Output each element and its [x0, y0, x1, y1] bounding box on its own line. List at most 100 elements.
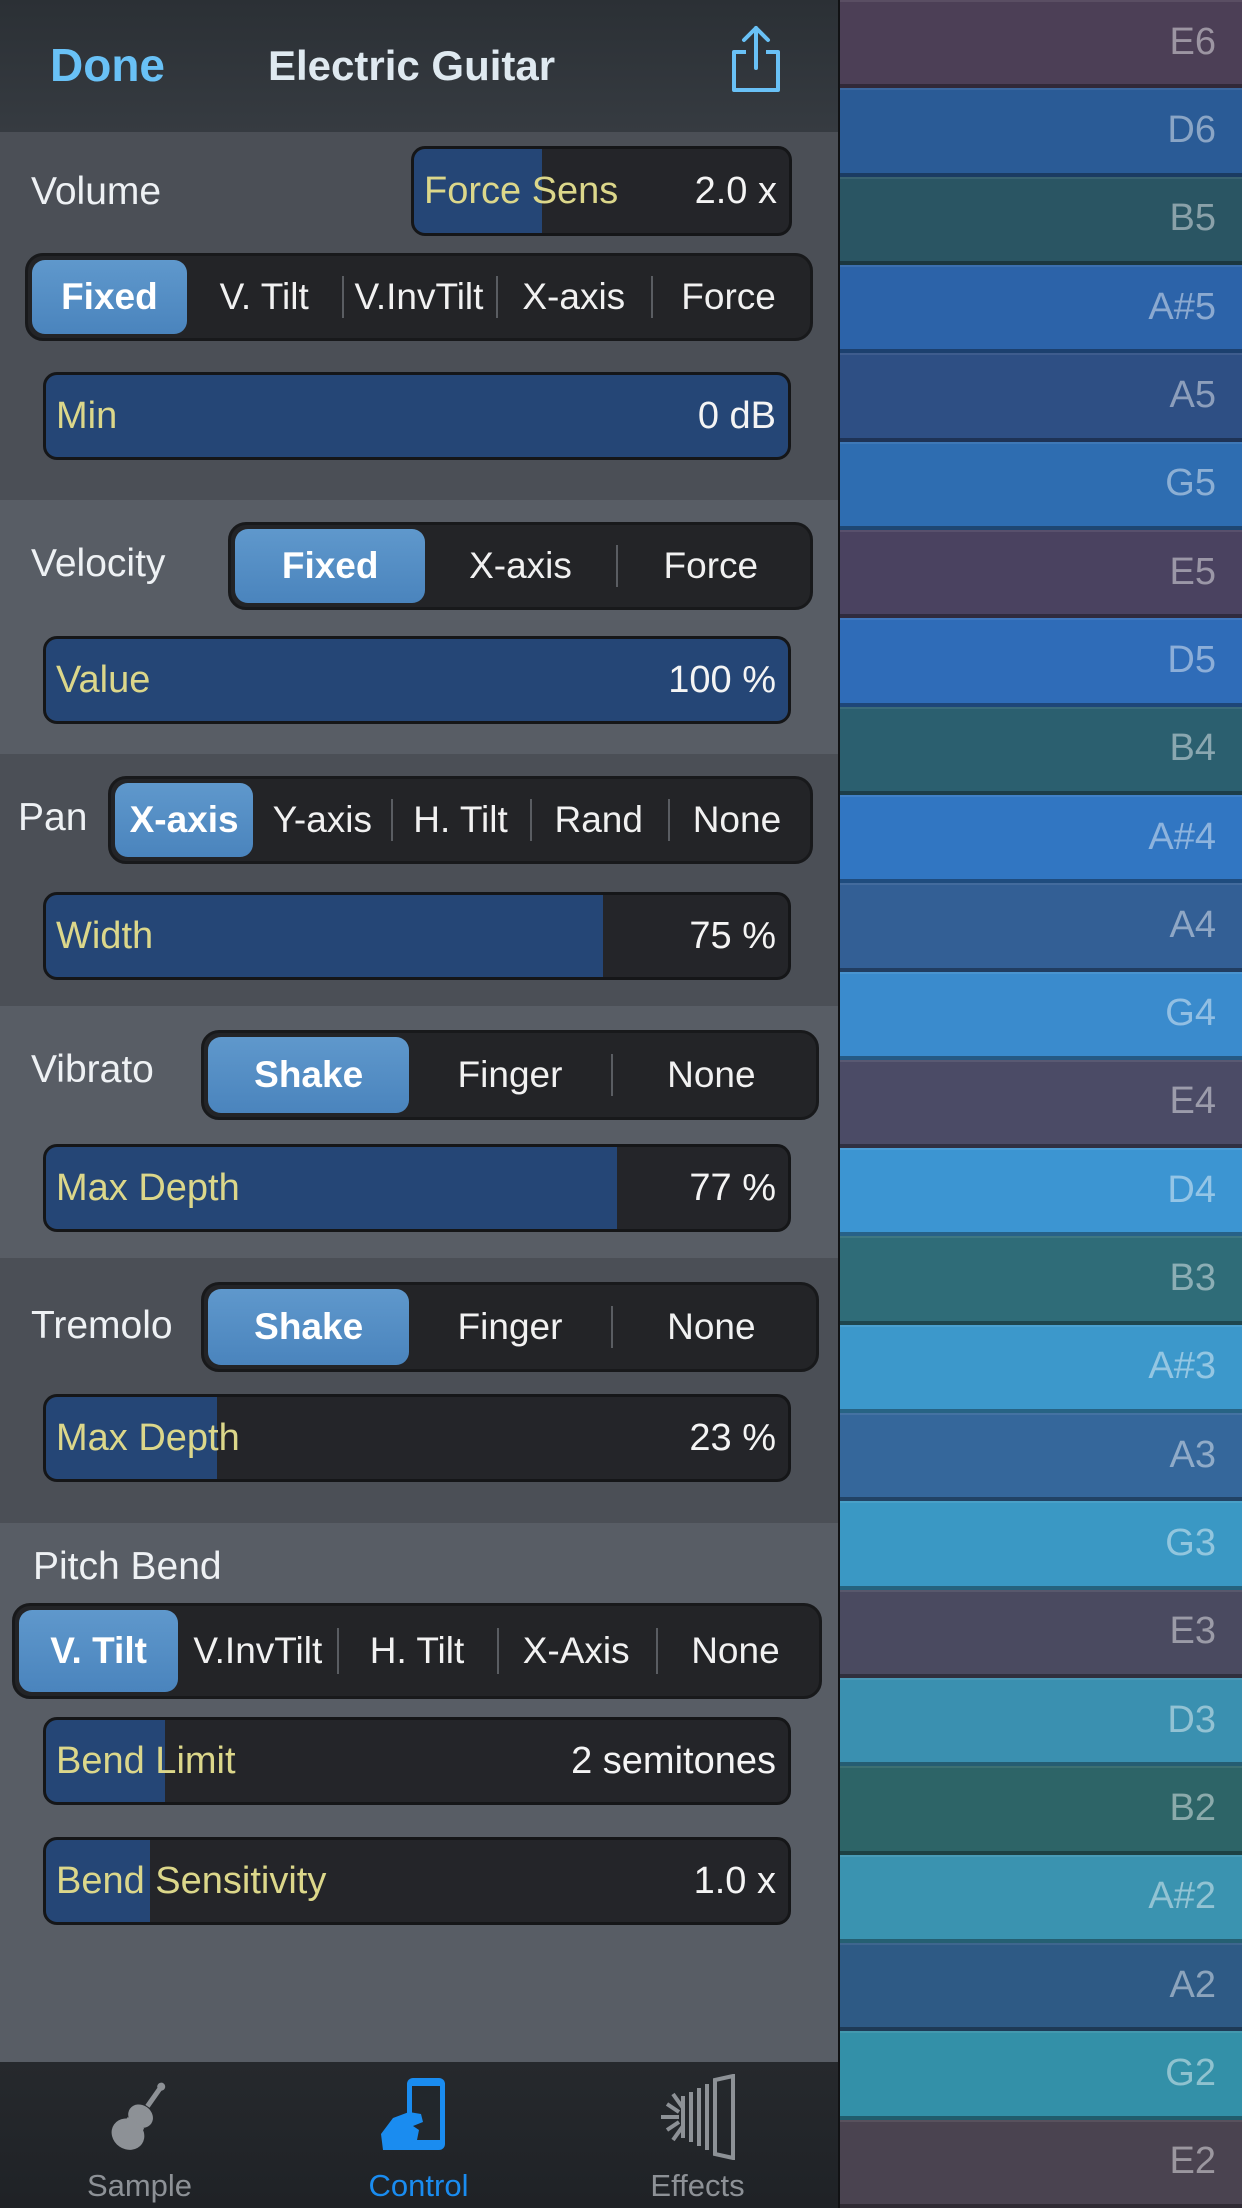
tremolo-option-finger[interactable]: Finger — [409, 1289, 610, 1365]
key-g2[interactable]: G2 — [840, 2031, 1242, 2120]
volume-option-v-tilt[interactable]: V. Tilt — [187, 260, 342, 334]
pan-option-h-tilt[interactable]: H. Tilt — [391, 783, 529, 857]
key-d3[interactable]: D3 — [840, 1678, 1242, 1767]
key-b3[interactable]: B3 — [840, 1236, 1242, 1325]
key-note-label: D3 — [1167, 1698, 1216, 1741]
key-d5[interactable]: D5 — [840, 618, 1242, 707]
tab-sample[interactable]: Sample — [0, 2062, 279, 2208]
key-note-label: G3 — [1165, 1522, 1216, 1565]
key-note-label: E3 — [1169, 1610, 1216, 1653]
key-asharp4[interactable]: A#4 — [840, 794, 1242, 884]
key-a4[interactable]: A4 — [840, 883, 1242, 972]
pitch-bend-option-v-invtilt[interactable]: V.InvTilt — [178, 1610, 337, 1692]
key-e6[interactable]: E6 — [840, 0, 1242, 89]
pan-width-label: Width — [56, 914, 154, 957]
key-asharp3[interactable]: A#3 — [840, 1324, 1242, 1414]
pan-mode-selector[interactable]: X-axis Y-axis H. Tilt Rand None — [108, 776, 813, 864]
pitch-bend-label: Pitch Bend — [33, 1545, 222, 1588]
key-e5[interactable]: E5 — [840, 529, 1242, 619]
key-a5[interactable]: A5 — [840, 353, 1242, 442]
pan-option-rand[interactable]: Rand — [529, 783, 668, 857]
key-asharp2[interactable]: A#2 — [840, 1854, 1242, 1944]
key-e3[interactable]: E3 — [840, 1589, 1242, 1679]
key-a3[interactable]: A3 — [840, 1413, 1242, 1502]
page-title: Electric Guitar — [268, 42, 556, 89]
key-b2[interactable]: B2 — [840, 1766, 1242, 1855]
nav-bar: Done Electric Guitar — [0, 0, 838, 132]
violin-icon — [111, 2082, 165, 2150]
tremolo-option-shake[interactable]: Shake — [208, 1289, 410, 1365]
tab-control[interactable]: Control — [279, 2062, 558, 2208]
pan-option-none[interactable]: None — [667, 783, 806, 857]
pan-label: Pan — [18, 796, 88, 839]
done-button[interactable]: Done — [50, 38, 165, 92]
hand-phone-icon — [380, 2078, 445, 2150]
key-b4[interactable]: B4 — [840, 706, 1242, 795]
vibrato-option-none[interactable]: None — [610, 1037, 812, 1113]
key-d4[interactable]: D4 — [840, 1148, 1242, 1237]
tremolo-depth-slider[interactable]: Max Depth 23 % — [43, 1394, 791, 1482]
vibrato-mode-selector[interactable]: Shake Finger None — [201, 1030, 819, 1120]
key-note-label: A#3 — [1148, 1345, 1216, 1388]
force-sens-label: Force Sens — [424, 169, 619, 212]
tremolo-option-none[interactable]: None — [610, 1289, 812, 1365]
key-note-label: B5 — [1169, 197, 1216, 240]
pan-width-slider[interactable]: Width 75 % — [43, 892, 791, 980]
tremolo-label: Tremolo — [31, 1304, 173, 1347]
key-note-label: E5 — [1169, 550, 1216, 593]
volume-option-fixed[interactable]: Fixed — [32, 260, 187, 334]
vibrato-option-shake[interactable]: Shake — [208, 1037, 410, 1113]
volume-option-v-invtilt[interactable]: V.InvTilt — [341, 260, 497, 334]
pan-option-y-axis[interactable]: Y-axis — [253, 783, 391, 857]
volume-min-slider[interactable]: Min 0 dB — [43, 372, 791, 460]
key-g3[interactable]: G3 — [840, 1501, 1242, 1590]
volume-mode-selector[interactable]: Fixed V. Tilt V.InvTilt X-axis Force — [25, 253, 813, 341]
key-g5[interactable]: G5 — [840, 441, 1242, 530]
pan-option-x-axis[interactable]: X-axis — [115, 783, 254, 857]
pitch-bend-option-v-tilt[interactable]: V. Tilt — [19, 1610, 179, 1692]
pitch-bend-option-none[interactable]: None — [655, 1610, 815, 1692]
pitch-bend-mode-selector[interactable]: V. Tilt V.InvTilt H. Tilt X-Axis None — [12, 1603, 822, 1699]
force-sens-slider[interactable]: Force Sens 2.0 x — [411, 146, 792, 236]
key-note-label: A5 — [1169, 373, 1216, 416]
key-note-label: A3 — [1169, 1433, 1216, 1476]
key-note-label: G2 — [1165, 2052, 1216, 2095]
volume-option-force[interactable]: Force — [651, 260, 806, 334]
effects-icon — [660, 2074, 735, 2160]
volume-option-x-axis[interactable]: X-axis — [496, 260, 651, 334]
volume-label: Volume — [31, 170, 162, 213]
bend-sensitivity-label: Bend Sensitivity — [56, 1859, 327, 1902]
tab-effects[interactable]: Effects — [558, 2062, 837, 2208]
velocity-value-label: Value — [56, 658, 151, 701]
pitch-bend-section: Pitch Bend V. Tilt V.InvTilt H. Tilt X-Axis… — [0, 1523, 838, 2062]
key-b5[interactable]: B5 — [840, 176, 1242, 265]
volume-section: Volume Force Sens 2.0 x Fixed V. Tilt V.In… — [0, 132, 838, 500]
bend-limit-slider[interactable]: Bend Limit 2 semitones — [43, 1717, 791, 1805]
bend-sensitivity-slider[interactable]: Bend Sensitivity 1.0 x — [43, 1837, 791, 1925]
key-g4[interactable]: G4 — [840, 971, 1242, 1060]
velocity-option-force[interactable]: Force — [615, 529, 806, 603]
tremolo-mode-selector[interactable]: Shake Finger None — [201, 1282, 819, 1372]
share-icon[interactable] — [728, 24, 784, 94]
velocity-mode-selector[interactable]: Fixed X-axis Force — [228, 522, 813, 610]
bend-limit-value: 2 semitones — [571, 1739, 776, 1782]
key-e4[interactable]: E4 — [840, 1059, 1242, 1149]
key-d6[interactable]: D6 — [840, 88, 1242, 177]
key-asharp5[interactable]: A#5 — [840, 264, 1242, 354]
key-note-label: A2 — [1169, 1963, 1216, 2006]
velocity-option-x-axis[interactable]: X-axis — [425, 529, 615, 603]
key-e2[interactable]: E2 — [840, 2119, 1242, 2208]
volume-min-value: 0 dB — [697, 394, 776, 437]
pitch-bend-option-h-tilt[interactable]: H. Tilt — [337, 1610, 496, 1692]
vibrato-option-finger[interactable]: Finger — [409, 1037, 610, 1113]
velocity-option-fixed[interactable]: Fixed — [235, 529, 426, 603]
velocity-value-slider[interactable]: Value 100 % — [43, 636, 791, 724]
key-note-label: A4 — [1169, 903, 1216, 946]
key-a2[interactable]: A2 — [840, 1943, 1242, 2032]
pitch-bend-option-x-axis[interactable]: X-Axis — [496, 1610, 656, 1692]
note-keyboard: E6 D6 B5 A#5 A5 G5 E5 D5 B4 A#4 A4 G4 E4 D4 B3 A#3 A3 G3 E… — [840, 0, 1242, 2208]
key-note-label: G4 — [1165, 992, 1216, 1035]
vibrato-depth-slider[interactable]: Max Depth 77 % — [43, 1144, 791, 1232]
key-note-label: D5 — [1167, 638, 1216, 681]
vibrato-label: Vibrato — [31, 1048, 154, 1091]
